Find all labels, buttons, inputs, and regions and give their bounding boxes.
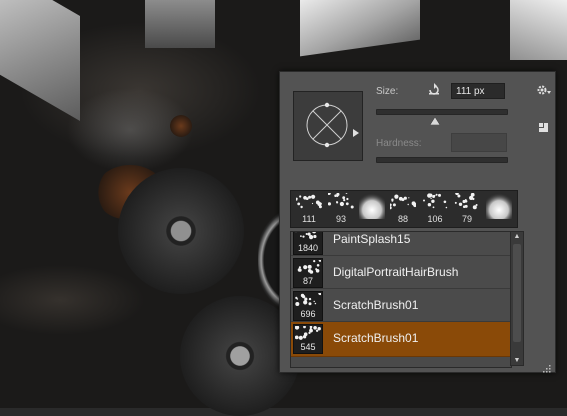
- splash-brush-icon: [390, 193, 416, 213]
- list-scrollbar[interactable]: ▲ ▼: [510, 231, 524, 366]
- brush-tip-preview[interactable]: [293, 91, 363, 161]
- soft-round-brush-icon: [486, 193, 512, 213]
- brush-size: 545: [294, 342, 322, 352]
- preset-tile[interactable]: 111: [294, 191, 324, 227]
- metal-panel-top-left: [0, 0, 80, 121]
- splash-brush-icon: 545: [293, 324, 323, 354]
- preset-size: 93: [326, 214, 356, 224]
- preset-tile[interactable]: 88: [388, 191, 418, 227]
- preset-size: 88: [388, 214, 418, 224]
- brush-name: ScratchBrush01: [333, 331, 418, 345]
- preset-size: 79: [452, 214, 482, 224]
- scrollbar-thumb[interactable]: [513, 244, 521, 342]
- brush-name: PaintSplash15: [333, 232, 410, 246]
- metal-panel-top-right: [300, 0, 420, 56]
- size-input[interactable]: 111 px: [451, 83, 505, 99]
- soft-round-brush-icon: [359, 193, 385, 213]
- preset-tile[interactable]: [357, 191, 387, 227]
- size-slider-track[interactable]: [376, 109, 508, 115]
- brush-size: 87: [294, 276, 322, 286]
- hardness-slider-track: [376, 157, 508, 163]
- brush-preset-panel: Size: 111 px Hardness: 111 93 88: [279, 71, 556, 373]
- metal-panel-right: [510, 0, 567, 60]
- preset-tile[interactable]: 106: [420, 191, 450, 227]
- splash-brush-icon: [296, 193, 322, 213]
- brush-size: 696: [294, 309, 322, 319]
- splash-brush-icon: 87: [293, 258, 323, 288]
- brush-angle-icon: [294, 92, 362, 160]
- preset-tile[interactable]: 93: [326, 191, 356, 227]
- reset-size-icon[interactable]: [426, 82, 442, 98]
- gear-icon[interactable]: [536, 83, 552, 97]
- brush-list: 1840 PaintSplash15 87 DigitalPortraitHai…: [290, 231, 512, 368]
- list-item[interactable]: 696 ScratchBrush01: [291, 289, 511, 322]
- splash-brush-icon: [454, 193, 480, 213]
- brush-name: ScratchBrush01: [333, 298, 418, 312]
- preset-size: 106: [420, 214, 450, 224]
- preset-tile[interactable]: 79: [452, 191, 482, 227]
- splash-brush-icon: [422, 193, 448, 213]
- splash-brush-icon: [328, 193, 354, 213]
- metal-panel-top: [145, 0, 215, 48]
- brush-size: 1840: [294, 243, 322, 253]
- resize-grip-icon[interactable]: [541, 360, 551, 370]
- hardness-input: [451, 133, 507, 152]
- scroll-up-icon[interactable]: ▲: [511, 233, 523, 240]
- list-item-selected[interactable]: 545 ScratchBrush01: [291, 322, 511, 357]
- preset-tile[interactable]: [484, 191, 514, 227]
- hardness-label: Hardness:: [376, 138, 422, 149]
- scroll-down-icon[interactable]: ▼: [511, 357, 523, 364]
- splash-brush-icon: 696: [293, 291, 323, 321]
- brush-name: DigitalPortraitHairBrush: [333, 265, 458, 279]
- rust-spot: [170, 115, 192, 137]
- splash-brush-icon: 1840: [293, 231, 323, 255]
- size-slider-handle[interactable]: [430, 112, 440, 120]
- size-label: Size:: [376, 86, 398, 97]
- list-item[interactable]: 87 DigitalPortraitHairBrush: [291, 256, 511, 289]
- new-preset-icon[interactable]: [537, 120, 549, 132]
- list-item[interactable]: 1840 PaintSplash15: [291, 231, 511, 256]
- turbine-fan: [118, 168, 244, 294]
- preset-size: 111: [294, 214, 324, 224]
- recent-presets-strip: 111 93 88 106 79: [290, 190, 518, 228]
